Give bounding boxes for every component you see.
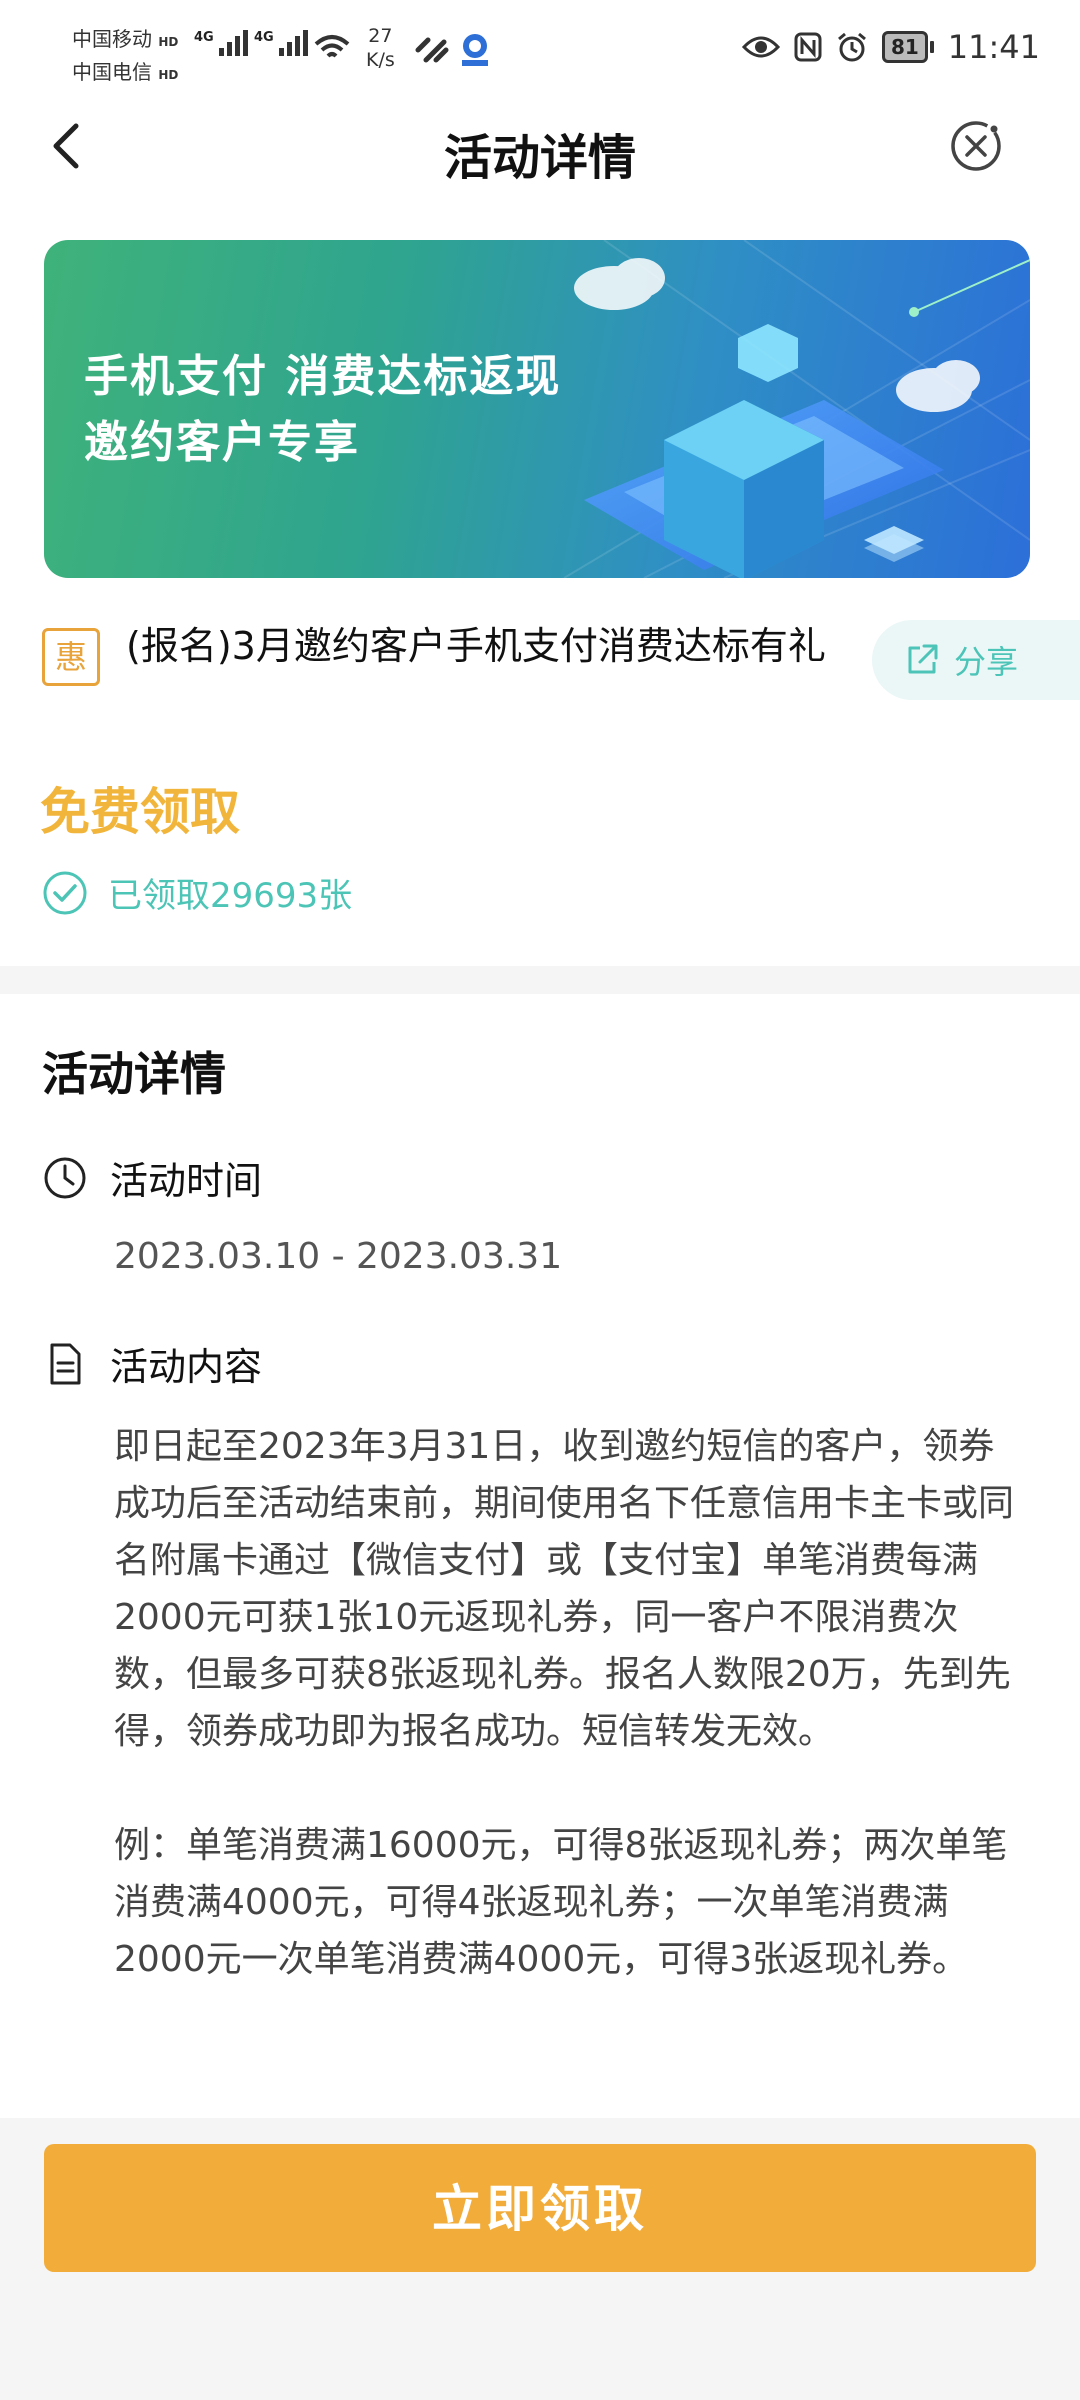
alarm-icon bbox=[837, 32, 866, 62]
content-paragraph-2: 例：单笔消费满16000元，可得8张返现礼券；两次单笔消费满4000元，可得4张… bbox=[114, 1825, 1008, 1980]
hd-badge-2: HD bbox=[158, 68, 179, 82]
wifi-icon bbox=[314, 35, 350, 58]
eye-icon bbox=[741, 36, 780, 58]
claimed-count: 已领取29693张 bbox=[108, 876, 353, 916]
battery-icon: 81 bbox=[881, 31, 934, 63]
carrier-info: 中国移动 HD 中国电信 HD bbox=[72, 24, 178, 90]
signal-icon: 4G bbox=[194, 30, 248, 56]
status-bar: 中国移动 HD 中国电信 HD 4G 4G 27 K/s 81 11:41 bbox=[0, 0, 1080, 96]
close-circle-icon[interactable] bbox=[948, 118, 1004, 174]
check-circle-icon bbox=[43, 871, 87, 914]
battery-level: 81 bbox=[881, 31, 928, 63]
net-speed: 27 K/s bbox=[366, 24, 395, 72]
activity-title: (报名)3月邀约客户手机支付消费达标有礼 bbox=[126, 624, 826, 668]
promo-banner[interactable]: 手机支付 消费达标返现 邀约客户专享 bbox=[44, 240, 1030, 578]
time-heading: 活动时间 bbox=[42, 1150, 262, 1205]
content-label: 活动内容 bbox=[110, 1345, 263, 1389]
link-icon bbox=[415, 37, 449, 63]
details-section-title: 活动详情 bbox=[42, 1047, 226, 1101]
carrier-1: 中国移动 bbox=[72, 27, 152, 51]
claim-now-button[interactable]: 立即领取 bbox=[44, 2144, 1036, 2272]
app-icon bbox=[462, 34, 488, 66]
document-icon bbox=[50, 1343, 81, 1384]
content-paragraph-1: 即日起至2023年3月31日，收到邀约短信的客户，领券成功后至活动结束前，期间使… bbox=[114, 1426, 1015, 1752]
network-type-2: 4G bbox=[254, 30, 274, 45]
price-label: 免费领取 bbox=[40, 783, 240, 841]
net-speed-value: 27 bbox=[368, 25, 393, 47]
nfc-icon bbox=[794, 32, 822, 62]
content-body: 即日起至2023年3月31日，收到邀约短信的客户，领券成功后至活动结束前，期间使… bbox=[114, 1418, 1014, 1988]
time-label: 活动时间 bbox=[110, 1159, 263, 1203]
status-right: 81 11:41 bbox=[741, 28, 1040, 66]
share-button[interactable]: 分享 bbox=[872, 620, 1080, 700]
network-type-1: 4G bbox=[194, 30, 214, 45]
share-label: 分享 bbox=[954, 643, 1019, 681]
banner-line-1: 手机支付 消费达标返现 bbox=[84, 351, 562, 402]
carrier-2: 中国电信 bbox=[72, 60, 152, 84]
clock: 11:41 bbox=[947, 28, 1040, 66]
page-title: 活动详情 bbox=[443, 130, 636, 186]
signal-icon-2: 4G bbox=[254, 30, 308, 56]
banner-headline: 手机支付 消费达标返现 邀约客户专享 bbox=[84, 344, 561, 476]
banner-line-2: 邀约客户专享 bbox=[84, 417, 360, 468]
share-icon bbox=[908, 644, 938, 674]
time-value: 2023.03.10 - 2023.03.31 bbox=[114, 1236, 563, 1277]
clock-icon bbox=[44, 1157, 86, 1198]
section-divider bbox=[0, 966, 1080, 994]
net-speed-unit: K/s bbox=[366, 49, 395, 71]
claimed-count-row: 已领取29693张 bbox=[42, 868, 352, 917]
hd-badge: HD bbox=[158, 35, 179, 49]
discount-badge: 惠 bbox=[42, 628, 100, 686]
content-heading: 活动内容 bbox=[42, 1336, 262, 1391]
nav-bar: 活动详情 bbox=[0, 96, 1080, 196]
